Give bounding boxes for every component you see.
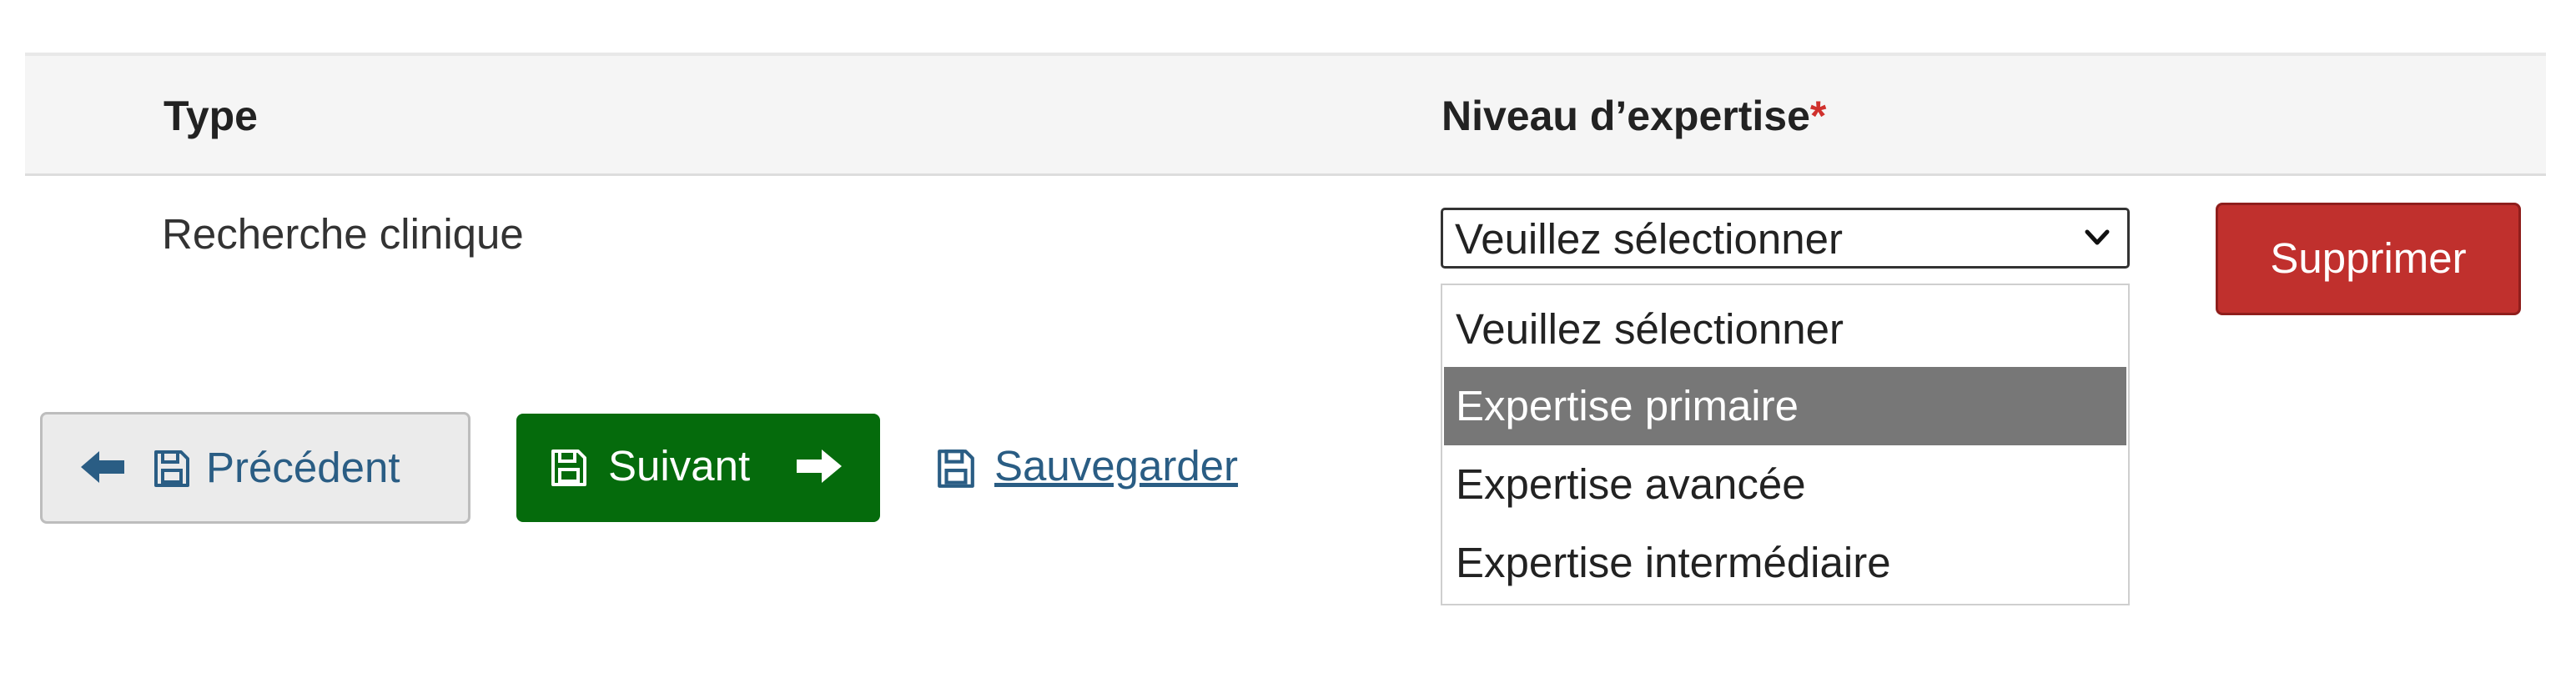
column-header-level: Niveau d’expertise* xyxy=(1441,91,1826,141)
type-value: Recherche clinique xyxy=(162,210,524,258)
expertise-level-dropdown-list: Veuillez sélectionner Expertise primaire… xyxy=(1441,284,2130,605)
next-button[interactable]: Suivant xyxy=(516,414,880,522)
select-current-value: Veuillez sélectionner xyxy=(1455,215,1843,263)
arrow-left-icon xyxy=(81,451,124,483)
floppy-disk-icon xyxy=(938,450,974,488)
column-header-level-label: Niveau d’expertise xyxy=(1441,93,1810,139)
column-header-type: Type xyxy=(164,93,258,139)
dropdown-option[interactable]: Veuillez sélectionner xyxy=(1444,290,2126,369)
delete-button[interactable]: Supprimer xyxy=(2216,203,2521,315)
save-link-label: Sauvegarder xyxy=(994,442,1239,490)
floppy-disk-icon xyxy=(154,450,189,487)
dropdown-option[interactable]: Expertise intermédiaire xyxy=(1444,524,2126,602)
dropdown-option-highlighted[interactable]: Expertise primaire xyxy=(1444,367,2126,445)
dropdown-option[interactable]: Expertise avancée xyxy=(1444,445,2126,524)
previous-button-label: Précédent xyxy=(206,444,400,491)
required-indicator: * xyxy=(1809,93,1827,139)
floppy-disk-icon xyxy=(551,450,586,486)
chevron-down-icon xyxy=(2085,229,2110,245)
next-button-label: Suivant xyxy=(608,442,751,490)
expertise-level-select[interactable]: Veuillez sélectionner xyxy=(1441,208,2130,269)
table-header: Type Niveau d’expertise* xyxy=(25,53,2546,176)
arrow-right-icon xyxy=(797,450,842,483)
previous-button[interactable]: Précédent xyxy=(40,412,470,524)
